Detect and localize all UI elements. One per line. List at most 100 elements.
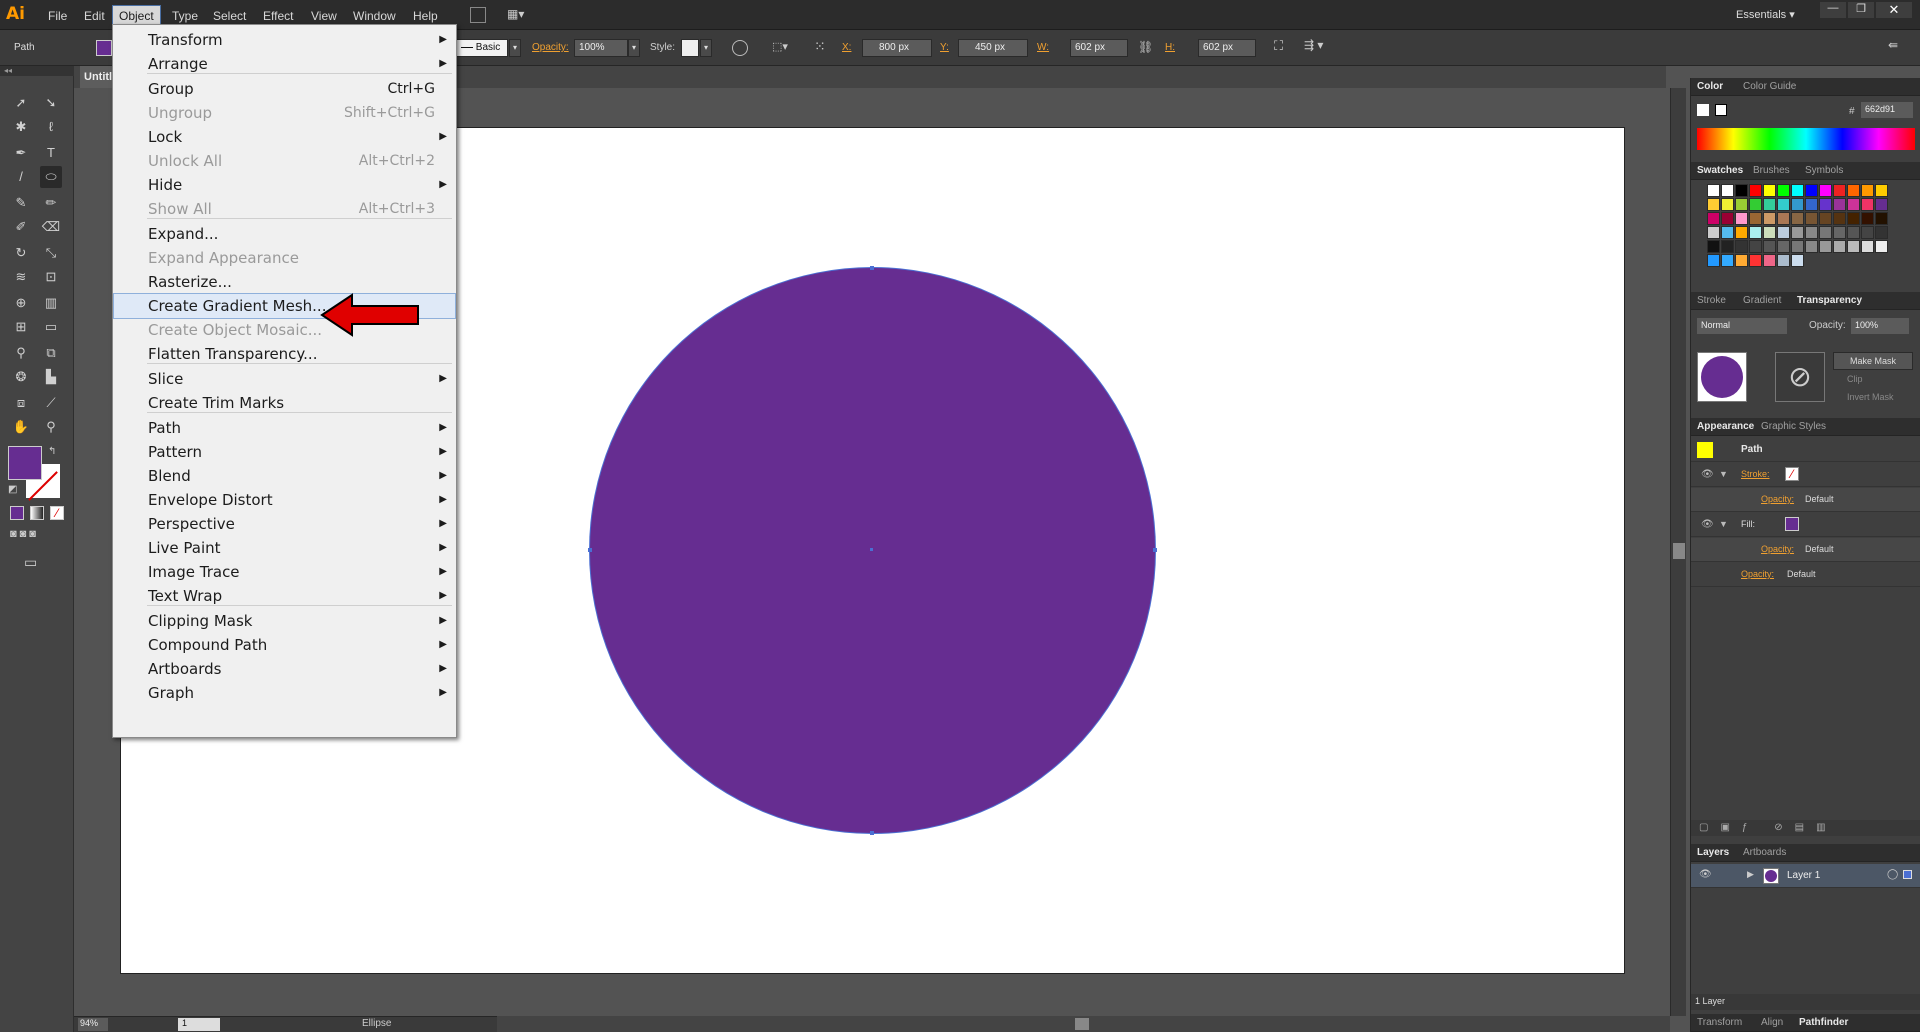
stroke-style-dropdown[interactable]: ▾ (509, 39, 521, 57)
layer-visibility-icon[interactable]: 👁 (1699, 869, 1712, 880)
mesh-tool-icon[interactable]: ⊞ (10, 316, 32, 338)
color-swatch[interactable] (1791, 254, 1804, 267)
menu-item-transform[interactable]: Transform ▶ (114, 28, 455, 52)
menu-help[interactable]: Help (407, 6, 444, 26)
menu-object[interactable]: Object (112, 5, 161, 27)
color-swatch[interactable] (1721, 212, 1734, 225)
isolate-icon[interactable]: ⇶ ▾ (1304, 38, 1340, 56)
none-swatch[interactable] (1697, 104, 1709, 116)
tab-brushes[interactable]: Brushes (1753, 165, 1790, 176)
swap-colors-icon[interactable]: ↰ (48, 446, 56, 457)
appearance-object-opacity-row[interactable]: Opacity: Default (1691, 563, 1920, 587)
horizontal-scrollbar[interactable] (497, 1016, 1670, 1032)
color-swatch[interactable] (1721, 226, 1734, 239)
tools-collapse-icon[interactable]: ◂◂ (0, 66, 74, 76)
workspace-switcher[interactable]: Essentials ▾ (1736, 8, 1795, 21)
stroke-none-swatch[interactable]: ⁄ (1785, 467, 1799, 481)
color-swatch[interactable] (1861, 212, 1874, 225)
perspective-grid-tool-icon[interactable]: ▥ (40, 292, 62, 314)
tab-gradient[interactable]: Gradient (1743, 295, 1781, 306)
color-swatch[interactable] (1735, 240, 1748, 253)
color-swatch[interactable] (1819, 226, 1832, 239)
tab-layers[interactable]: Layers (1697, 847, 1729, 858)
anchor-point-top[interactable] (870, 266, 874, 270)
style-dropdown[interactable]: ▾ (700, 39, 712, 57)
line-tool-icon[interactable]: / (10, 166, 32, 188)
opacity-dropdown[interactable]: ▾ (628, 39, 640, 57)
color-swatch[interactable] (1735, 184, 1748, 197)
color-swatch[interactable] (1791, 198, 1804, 211)
none-mode-icon[interactable]: ⁄ (50, 506, 64, 520)
gradient-mode-icon[interactable] (30, 506, 44, 520)
color-swatch[interactable] (1777, 198, 1790, 211)
menu-item-ungroup[interactable]: Ungroup Shift+Ctrl+G (114, 101, 455, 125)
menu-item-hide[interactable]: Hide ▶ (114, 173, 455, 197)
bridge-icon[interactable] (470, 7, 486, 23)
color-swatch[interactable] (1805, 198, 1818, 211)
appearance-stroke-row[interactable]: 👁 ▼ Stroke: ⁄ (1691, 463, 1920, 487)
type-tool-icon[interactable]: T (40, 142, 62, 164)
menu-item-expand-appearance[interactable]: Expand Appearance (114, 246, 455, 270)
layer-expand-icon[interactable]: ▶ (1747, 869, 1754, 880)
slice-tool-icon[interactable]: ⟋ (40, 392, 62, 414)
color-swatch[interactable] (1819, 212, 1832, 225)
menu-edit[interactable]: Edit (78, 6, 111, 26)
style-swatch[interactable] (681, 39, 699, 57)
ellipse-tool-icon[interactable]: ⬭ (40, 166, 62, 188)
color-swatch[interactable] (1805, 184, 1818, 197)
color-swatch[interactable] (1847, 212, 1860, 225)
color-swatch[interactable] (1763, 240, 1776, 253)
color-swatch[interactable] (1721, 240, 1734, 253)
color-swatch[interactable] (1763, 254, 1776, 267)
appearance-fill-row[interactable]: 👁 ▼ Fill: (1691, 513, 1920, 537)
selection-tool-icon[interactable]: ➚ (10, 92, 32, 114)
color-swatch[interactable] (1833, 226, 1846, 239)
color-swatch[interactable] (1707, 184, 1720, 197)
color-swatch[interactable] (1833, 212, 1846, 225)
color-swatch[interactable] (1777, 184, 1790, 197)
tab-artboards[interactable]: Artboards (1743, 847, 1786, 858)
hand-tool-icon[interactable]: ✋ (10, 416, 32, 438)
color-swatch[interactable] (1791, 212, 1804, 225)
artboard-number-field[interactable]: 1 (178, 1018, 220, 1031)
fill-swatch[interactable] (96, 40, 112, 56)
color-swatch[interactable] (1861, 184, 1874, 197)
anchor-point-right[interactable] (1153, 548, 1157, 552)
color-swatch[interactable] (1707, 212, 1720, 225)
menu-item-envelope-distort[interactable]: Envelope Distort ▶ (114, 488, 455, 512)
menu-item-group[interactable]: Group Ctrl+G (114, 77, 455, 101)
tab-transform[interactable]: Transform (1697, 1017, 1742, 1028)
menu-item-artboards[interactable]: Artboards ▶ (114, 657, 455, 681)
h-field[interactable]: 602 px (1198, 39, 1256, 57)
constrain-link-icon[interactable]: ⛓ (1138, 40, 1154, 56)
color-swatch[interactable] (1763, 198, 1776, 211)
tab-transparency[interactable]: Transparency (1797, 295, 1862, 306)
vertical-scroll-thumb[interactable] (1673, 543, 1685, 559)
color-swatch[interactable] (1777, 212, 1790, 225)
color-swatch[interactable] (1707, 240, 1720, 253)
color-swatch[interactable] (1749, 240, 1762, 253)
width-tool-icon[interactable]: ≋ (10, 266, 32, 288)
color-swatch[interactable] (1791, 240, 1804, 253)
white-swatch[interactable] (1715, 104, 1727, 116)
color-swatch[interactable] (1819, 240, 1832, 253)
stroke-label[interactable]: Stroke: (1741, 469, 1770, 479)
color-spectrum[interactable] (1697, 128, 1915, 150)
stroke-expand-icon[interactable]: ▼ (1719, 469, 1728, 479)
color-swatch[interactable] (1721, 184, 1734, 197)
color-swatch[interactable] (1861, 198, 1874, 211)
color-swatch[interactable] (1763, 226, 1776, 239)
blend-mode-select[interactable]: Normal (1697, 318, 1787, 334)
color-swatch[interactable] (1833, 198, 1846, 211)
menu-item-rasterize[interactable]: Rasterize... (114, 270, 455, 294)
close-button[interactable]: ✕ (1876, 2, 1912, 18)
color-swatch[interactable] (1847, 240, 1860, 253)
menu-item-pattern[interactable]: Pattern ▶ (114, 440, 455, 464)
object-opacity-label[interactable]: Opacity: (1741, 569, 1774, 579)
appearance-stroke-opacity-row[interactable]: Opacity: Default (1691, 488, 1920, 512)
menu-item-blend[interactable]: Blend ▶ (114, 464, 455, 488)
color-swatch[interactable] (1749, 226, 1762, 239)
hex-field[interactable]: 662d91 (1861, 102, 1913, 118)
color-swatch[interactable] (1763, 184, 1776, 197)
eyedropper-tool-icon[interactable]: ⚲ (10, 342, 32, 364)
